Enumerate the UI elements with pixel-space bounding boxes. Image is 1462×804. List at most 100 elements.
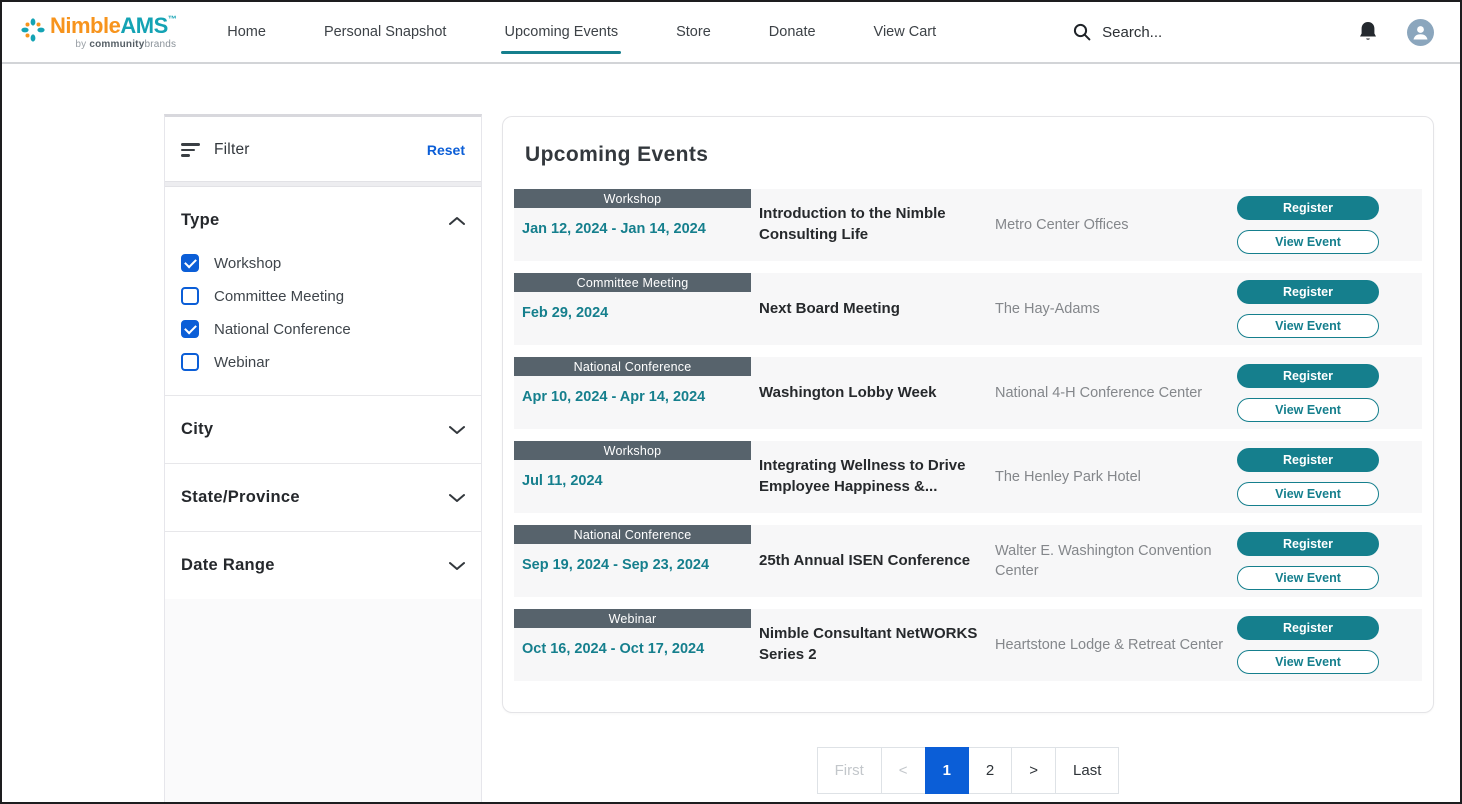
- checkbox-label: Workshop: [214, 255, 281, 272]
- event-type-date-column: Workshop Jul 11, 2024: [514, 441, 751, 513]
- search-control[interactable]: Search...: [1073, 23, 1162, 41]
- nav-item-home[interactable]: Home: [198, 14, 295, 50]
- section-title-state-province: State/Province: [181, 488, 300, 507]
- reset-filters-button[interactable]: Reset: [427, 142, 465, 158]
- event-title: Next Board Meeting: [759, 273, 987, 345]
- event-actions: Register View Event: [1237, 525, 1379, 597]
- event-date: Feb 29, 2024: [514, 305, 751, 321]
- event-type-badge: National Conference: [514, 525, 751, 544]
- person-icon: [1407, 19, 1434, 46]
- filter-section-type: Type Workshop Committee Meeting National…: [165, 187, 481, 396]
- event-actions: Register View Event: [1237, 441, 1379, 513]
- nav-item-donate[interactable]: Donate: [740, 14, 845, 50]
- user-avatar[interactable]: [1407, 19, 1434, 46]
- event-type-badge: Webinar: [514, 609, 751, 628]
- notifications-bell-icon[interactable]: [1357, 20, 1379, 44]
- filter-title: Filter: [214, 141, 250, 159]
- nimble-ams-logo[interactable]: NimbleAMS™ by communitybrands: [20, 15, 176, 50]
- checkbox-label: Committee Meeting: [214, 288, 344, 305]
- event-location: National 4-H Conference Center: [995, 357, 1237, 429]
- event-location: Metro Center Offices: [995, 189, 1237, 261]
- filter-section-state-province-header[interactable]: State/Province: [181, 488, 465, 507]
- filter-section-date-range-header[interactable]: Date Range: [181, 556, 465, 575]
- event-type-date-column: Webinar Oct 16, 2024 - Oct 17, 2024: [514, 609, 751, 681]
- nimble-logo-starburst-icon: [20, 17, 46, 43]
- event-row: Workshop Jul 11, 2024 Integrating Wellne…: [514, 441, 1422, 513]
- view-event-button[interactable]: View Event: [1237, 482, 1379, 506]
- chevron-down-icon: [449, 493, 465, 503]
- nav-item-upcoming-events[interactable]: Upcoming Events: [475, 14, 647, 50]
- view-event-button[interactable]: View Event: [1237, 398, 1379, 422]
- register-button[interactable]: Register: [1237, 280, 1379, 304]
- event-row: National Conference Sep 19, 2024 - Sep 2…: [514, 525, 1422, 597]
- logo-text: NimbleAMS™ by communitybrands: [50, 15, 176, 50]
- pagination-prev-button: <: [881, 747, 926, 794]
- chevron-down-icon: [449, 561, 465, 571]
- nav-item-personal-snapshot[interactable]: Personal Snapshot: [295, 14, 476, 50]
- event-row: National Conference Apr 10, 2024 - Apr 1…: [514, 357, 1422, 429]
- register-button[interactable]: Register: [1237, 364, 1379, 388]
- event-type-date-column: National Conference Apr 10, 2024 - Apr 1…: [514, 357, 751, 429]
- filter-sidebar: Filter Reset Type Workshop Committee Mee…: [164, 114, 482, 802]
- event-actions: Register View Event: [1237, 189, 1379, 261]
- register-button[interactable]: Register: [1237, 616, 1379, 640]
- filter-section-city: City: [165, 396, 481, 464]
- event-location: Walter E. Washington Convention Center: [995, 525, 1237, 597]
- event-date: Sep 19, 2024 - Sep 23, 2024: [514, 557, 751, 573]
- nav-item-store[interactable]: Store: [647, 14, 740, 50]
- page-title: Upcoming Events: [525, 143, 1422, 167]
- chevron-up-icon: [449, 216, 465, 226]
- checkbox-webinar[interactable]: [181, 353, 199, 371]
- pagination-page-1-button[interactable]: 1: [925, 747, 969, 794]
- pagination-first-button: First: [817, 747, 882, 794]
- type-options-list: Workshop Committee Meeting National Conf…: [181, 254, 465, 371]
- event-title: Introduction to the Nimble Consulting Li…: [759, 189, 987, 261]
- pagination-next-button[interactable]: >: [1011, 747, 1056, 794]
- logo-byline: by communitybrands: [75, 39, 176, 50]
- view-event-button[interactable]: View Event: [1237, 314, 1379, 338]
- view-event-button[interactable]: View Event: [1237, 230, 1379, 254]
- event-location: The Hay-Adams: [995, 273, 1237, 345]
- event-title: Washington Lobby Week: [759, 357, 987, 429]
- top-navigation-bar: NimbleAMS™ by communitybrands Home Perso…: [2, 2, 1460, 64]
- view-event-button[interactable]: View Event: [1237, 566, 1379, 590]
- filter-section-city-header[interactable]: City: [181, 420, 465, 439]
- event-type-badge: Workshop: [514, 441, 751, 460]
- event-row: Webinar Oct 16, 2024 - Oct 17, 2024 Nimb…: [514, 609, 1422, 681]
- logo-nimble-text: Nimble: [50, 13, 120, 38]
- type-option-committee-meeting: Committee Meeting: [181, 287, 465, 305]
- event-actions: Register View Event: [1237, 273, 1379, 345]
- event-location: Heartstone Lodge & Retreat Center: [995, 609, 1237, 681]
- event-type-badge: Workshop: [514, 189, 751, 208]
- checkbox-workshop[interactable]: [181, 254, 199, 272]
- event-type-badge: National Conference: [514, 357, 751, 376]
- register-button[interactable]: Register: [1237, 532, 1379, 556]
- event-date: Apr 10, 2024 - Apr 14, 2024: [514, 389, 751, 405]
- event-actions: Register View Event: [1237, 357, 1379, 429]
- register-button[interactable]: Register: [1237, 196, 1379, 220]
- event-type-date-column: Workshop Jan 12, 2024 - Jan 14, 2024: [514, 189, 751, 261]
- checkbox-committee-meeting[interactable]: [181, 287, 199, 305]
- event-type-date-column: Committee Meeting Feb 29, 2024: [514, 273, 751, 345]
- checkbox-label: National Conference: [214, 321, 351, 338]
- filter-header: Filter Reset: [165, 117, 481, 181]
- filter-section-type-header[interactable]: Type: [181, 211, 465, 230]
- event-row: Workshop Jan 12, 2024 - Jan 14, 2024 Int…: [514, 189, 1422, 261]
- event-location: The Henley Park Hotel: [995, 441, 1237, 513]
- event-actions: Register View Event: [1237, 609, 1379, 681]
- event-title: Nimble Consultant NetWORKS Series 2: [759, 609, 987, 681]
- type-option-workshop: Workshop: [181, 254, 465, 272]
- upcoming-events-card: Upcoming Events Workshop Jan 12, 2024 - …: [502, 116, 1434, 713]
- checkbox-label: Webinar: [214, 354, 270, 371]
- pagination-page-2-button[interactable]: 2: [968, 747, 1012, 794]
- event-type-badge: Committee Meeting: [514, 273, 751, 292]
- checkbox-national-conference[interactable]: [181, 320, 199, 338]
- view-event-button[interactable]: View Event: [1237, 650, 1379, 674]
- event-date: Jul 11, 2024: [514, 473, 751, 489]
- nav-item-view-cart[interactable]: View Cart: [845, 14, 966, 50]
- pagination-last-button[interactable]: Last: [1055, 747, 1119, 794]
- section-title-city: City: [181, 420, 213, 439]
- search-icon: [1073, 23, 1091, 41]
- register-button[interactable]: Register: [1237, 448, 1379, 472]
- logo-ams-text: AMS: [120, 13, 167, 38]
